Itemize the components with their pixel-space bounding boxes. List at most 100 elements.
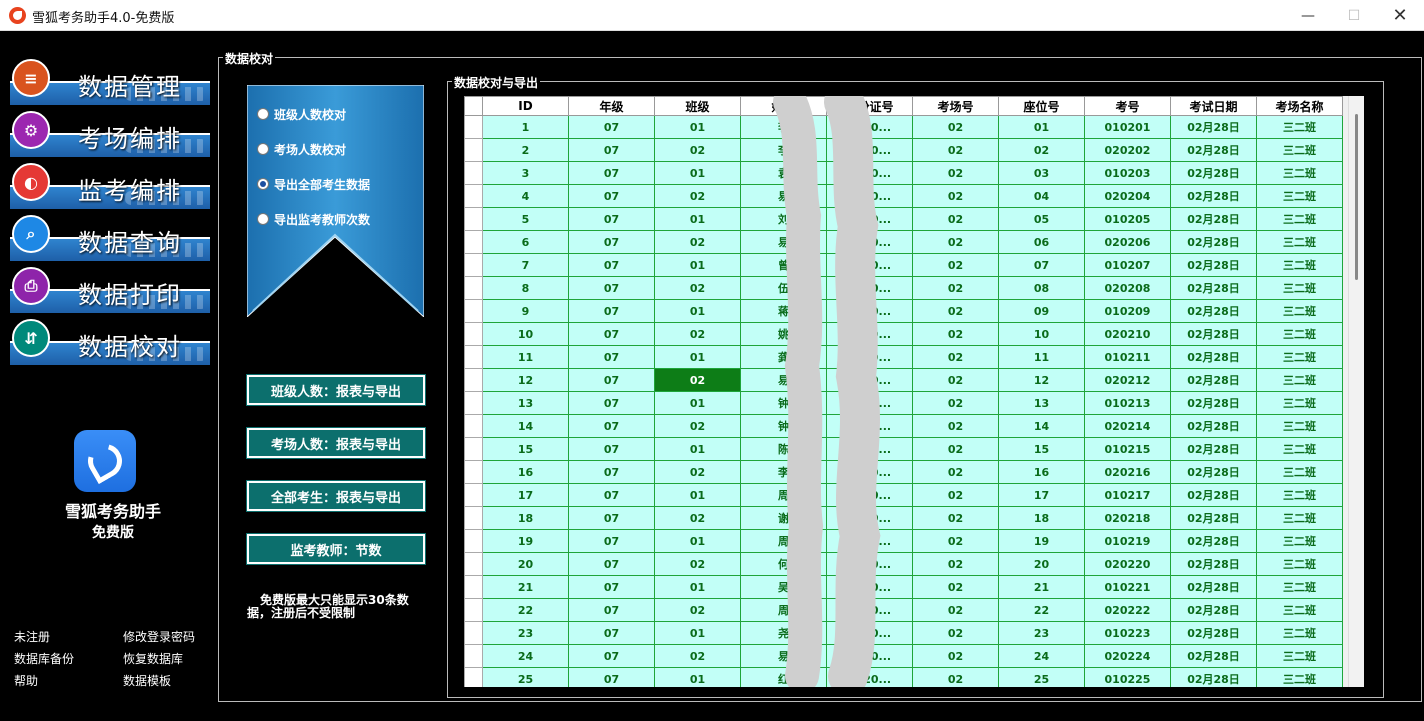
row-header[interactable] (464, 161, 483, 185)
table-cell[interactable]: 02 (912, 322, 999, 346)
table-cell[interactable]: 25 (482, 667, 569, 687)
table-cell[interactable]: 曾 (740, 253, 827, 277)
table-cell[interactable]: 01 (654, 161, 741, 185)
row-header[interactable] (464, 552, 483, 576)
table-cell[interactable]: 何 (740, 552, 827, 576)
table-cell[interactable]: 三二班 (1256, 391, 1343, 415)
table-cell[interactable]: 3120... (826, 437, 913, 461)
table-cell[interactable]: 10 (482, 322, 569, 346)
row-header[interactable] (464, 644, 483, 668)
table-row[interactable]: 21 07 01 吴 3120... 02 21 010221 02月28日 三二班 (464, 575, 1343, 599)
table-cell[interactable]: 02月28日 (1170, 138, 1257, 162)
table-cell[interactable]: 020206 (1084, 230, 1171, 254)
table-cell[interactable]: 三二班 (1256, 552, 1343, 576)
table-cell[interactable]: 袁 (740, 161, 827, 185)
table-cell[interactable]: 三二班 (1256, 621, 1343, 645)
table-cell[interactable]: 刘 (740, 207, 827, 231)
table-cell[interactable]: 3120... (826, 391, 913, 415)
row-header[interactable] (464, 391, 483, 415)
table-cell[interactable]: 07 (568, 460, 655, 484)
scroll-thumb[interactable] (1355, 114, 1358, 280)
table-row[interactable]: 5 07 01 刘 3120... 02 05 010205 02月28日 三二班 (464, 207, 1343, 231)
table-cell[interactable]: 020204 (1084, 184, 1171, 208)
table-row[interactable]: 25 07 01 红 3120... 02 25 010225 02月28日 三二班 (464, 667, 1343, 687)
table-cell[interactable]: 02 (654, 460, 741, 484)
table-cell[interactable]: 三二班 (1256, 414, 1343, 438)
table-cell[interactable]: 3 (482, 161, 569, 185)
table-cell[interactable]: 02 (912, 115, 999, 139)
table-cell[interactable]: 12 (482, 368, 569, 392)
table-cell[interactable]: 23 (482, 621, 569, 645)
report-button-2[interactable]: 考场人数：报表与导出 (247, 428, 425, 458)
table-cell[interactable]: 02 (654, 322, 741, 346)
table-cell[interactable]: 02 (912, 253, 999, 277)
table-cell[interactable]: 07 (568, 391, 655, 415)
table-cell[interactable]: 20 (998, 552, 1085, 576)
table-cell[interactable]: 20 (482, 552, 569, 576)
table-cell[interactable]: 01 (654, 483, 741, 507)
table-cell[interactable]: 02 (912, 368, 999, 392)
table-cell[interactable]: 24 (998, 644, 1085, 668)
table-cell[interactable]: 07 (568, 299, 655, 323)
table-cell[interactable]: 16 (482, 460, 569, 484)
table-cell[interactable]: 07 (998, 253, 1085, 277)
table-row[interactable]: 18 07 02 谢 3120... 02 18 020218 02月28日 三二班 (464, 506, 1343, 530)
table-cell[interactable]: 02月28日 (1170, 368, 1257, 392)
column-header[interactable]: ID (482, 96, 569, 116)
option-radio-4[interactable]: 导出监考教师次数 (257, 210, 370, 228)
table-cell[interactable]: 三二班 (1256, 230, 1343, 254)
table-cell[interactable]: 07 (568, 138, 655, 162)
table-row[interactable]: 16 07 02 李 3120... 02 16 020216 02月28日 三二班 (464, 460, 1343, 484)
table-cell[interactable]: 三二班 (1256, 299, 1343, 323)
table-cell[interactable]: 21 (998, 575, 1085, 599)
table-cell[interactable]: 三二班 (1256, 161, 1343, 185)
table-cell[interactable]: 12 (998, 368, 1085, 392)
table-row[interactable]: 1 07 01 李 3120... 02 01 010201 02月28日 三二班 (464, 115, 1343, 139)
table-cell[interactable]: 三二班 (1256, 115, 1343, 139)
row-header[interactable] (464, 276, 483, 300)
table-cell[interactable]: 3120... (826, 115, 913, 139)
table-cell[interactable]: 陈 (740, 437, 827, 461)
close-button[interactable]: ✕ (1377, 0, 1423, 31)
table-cell[interactable]: 易 (740, 230, 827, 254)
row-header[interactable] (464, 460, 483, 484)
table-cell[interactable]: 3120... (826, 667, 913, 687)
row-header[interactable] (464, 299, 483, 323)
table-cell[interactable]: 02 (912, 483, 999, 507)
column-header[interactable]: 年级 (568, 96, 655, 116)
nav-item-1[interactable]: ≡ 数据管理 (10, 59, 210, 105)
table-cell[interactable]: 02 (912, 575, 999, 599)
minimize-button[interactable]: — (1285, 0, 1331, 31)
table-cell[interactable]: 17 (482, 483, 569, 507)
table-cell[interactable]: 周 (740, 529, 827, 553)
table-cell[interactable]: 3120... (826, 299, 913, 323)
table-cell[interactable]: 7 (482, 253, 569, 277)
table-cell[interactable]: 易 (740, 184, 827, 208)
table-cell[interactable]: 02月28日 (1170, 207, 1257, 231)
table-cell[interactable]: 01 (654, 207, 741, 231)
table-row[interactable]: 9 07 01 蒋 3120... 02 09 010209 02月28日 三二班 (464, 299, 1343, 323)
table-cell[interactable]: 02月28日 (1170, 276, 1257, 300)
radio-circle[interactable] (257, 143, 269, 155)
table-cell[interactable]: 020210 (1084, 322, 1171, 346)
table-row[interactable]: 23 07 01 尧 3120... 02 23 010223 02月28日 三二班 (464, 621, 1343, 645)
table-cell[interactable]: 020208 (1084, 276, 1171, 300)
table-cell[interactable]: 07 (568, 414, 655, 438)
table-cell[interactable]: 3120... (826, 644, 913, 668)
table-cell[interactable]: 蒋 (740, 299, 827, 323)
table-cell[interactable]: 02月28日 (1170, 230, 1257, 254)
table-cell[interactable]: 6 (482, 230, 569, 254)
table-cell[interactable]: 3120... (826, 483, 913, 507)
table-cell[interactable]: 07 (568, 506, 655, 530)
table-row[interactable]: 19 07 01 周 3120... 02 19 010219 02月28日 三二班 (464, 529, 1343, 553)
table-cell[interactable]: 3120... (826, 253, 913, 277)
table-cell[interactable]: 3120... (826, 552, 913, 576)
table-cell[interactable]: 三二班 (1256, 437, 1343, 461)
column-header[interactable]: 班级 (654, 96, 741, 116)
radio-circle[interactable] (257, 108, 269, 120)
table-cell[interactable]: 3120... (826, 575, 913, 599)
table-cell[interactable]: 24 (482, 644, 569, 668)
row-header[interactable] (464, 667, 483, 687)
table-cell[interactable]: 龚 (740, 345, 827, 369)
table-cell[interactable]: 02 (654, 368, 741, 392)
